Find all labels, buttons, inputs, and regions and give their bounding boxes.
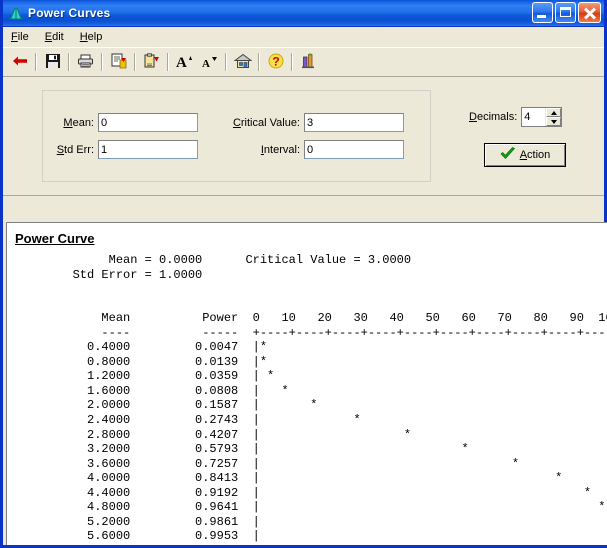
- parameters-panel: Mean: Std Err: Critical Value: Interval:…: [3, 77, 604, 196]
- toolbar-separator: [35, 53, 37, 71]
- help-question-icon: ?: [268, 53, 284, 72]
- power-curve-report: Mean = 0.0000 Critical Value = 3.0000 St…: [72, 253, 607, 545]
- back-arrow-icon: [11, 53, 29, 72]
- decimals-spin-buttons: [545, 108, 562, 126]
- increase-font-icon: A: [176, 53, 194, 72]
- std-err-label: Std Err:: [56, 143, 94, 156]
- toolbar-separator: [258, 53, 260, 71]
- green-check-icon: [500, 146, 516, 164]
- menu-bar: File Edit Help: [3, 27, 604, 47]
- application-window: Power Curves File Edit Help A A ? Mean: …: [0, 0, 607, 548]
- field-mean: Mean:: [51, 113, 198, 132]
- back-button[interactable]: [7, 50, 32, 74]
- statistics-button[interactable]: [296, 50, 321, 74]
- output-heading: Power Curve: [15, 231, 95, 246]
- decrease-font-icon: A: [201, 53, 219, 72]
- decimals-label: Decimals:: [469, 111, 518, 123]
- interval-label: Interval:: [260, 143, 300, 156]
- window-title: Power Curves: [28, 6, 111, 20]
- action-button-label: Action: [519, 149, 551, 161]
- print-button[interactable]: [73, 50, 98, 74]
- statistics-chart-icon: [301, 53, 317, 72]
- decimals-increment-button[interactable]: [546, 108, 562, 117]
- copy-to-document-icon: [110, 53, 127, 72]
- maximize-icon: [560, 7, 571, 17]
- std-err-input[interactable]: [98, 140, 198, 159]
- svg-text:A: A: [202, 58, 210, 69]
- home-icon: [233, 53, 252, 72]
- minimize-icon: [537, 15, 546, 18]
- decimals-stepper[interactable]: 4: [521, 107, 563, 127]
- toolbar: A A ?: [3, 47, 604, 77]
- toolbar-separator: [101, 53, 103, 71]
- title-bar[interactable]: Power Curves: [3, 0, 604, 27]
- paste-clipboard-icon: [143, 52, 160, 72]
- field-std-err: Std Err:: [51, 140, 198, 159]
- action-button[interactable]: Action: [484, 143, 566, 167]
- maximize-button[interactable]: [555, 2, 576, 23]
- menu-file[interactable]: File: [9, 30, 37, 44]
- svg-text:?: ?: [272, 54, 279, 68]
- field-decimals: Decimals: 4: [469, 107, 563, 127]
- menu-help[interactable]: Help: [78, 30, 111, 44]
- mean-input[interactable]: [98, 113, 198, 132]
- close-button[interactable]: [578, 2, 601, 23]
- mean-label: Mean:: [63, 116, 94, 129]
- copy-to-document-button[interactable]: [106, 50, 131, 74]
- chevron-up-icon: [550, 110, 557, 115]
- save-floppy-icon: [45, 53, 61, 72]
- decimals-value[interactable]: 4: [522, 108, 546, 126]
- toolbar-separator: [225, 53, 227, 71]
- toolbar-separator: [134, 53, 136, 71]
- output-pane[interactable]: Power Curve Mean = 0.0000 Critical Value…: [6, 222, 607, 545]
- save-button[interactable]: [40, 50, 65, 74]
- interval-input[interactable]: [304, 140, 404, 159]
- print-icon: [77, 53, 94, 72]
- toolbar-separator: [167, 53, 169, 71]
- field-interval: Interval:: [228, 140, 404, 159]
- window-controls: [532, 2, 601, 23]
- increase-font-button[interactable]: A: [172, 50, 197, 74]
- critical-value-label: Critical Value:: [232, 116, 300, 129]
- help-button[interactable]: ?: [263, 50, 288, 74]
- chevron-down-icon: [550, 119, 557, 124]
- minimize-button[interactable]: [532, 2, 553, 23]
- field-critical-value: Critical Value:: [228, 113, 404, 132]
- window-frame: Power Curves File Edit Help A A ? Mean: …: [0, 0, 607, 548]
- toolbar-separator: [68, 53, 70, 71]
- toolbar-separator: [291, 53, 293, 71]
- critical-value-input[interactable]: [304, 113, 404, 132]
- decimals-decrement-button[interactable]: [546, 117, 562, 126]
- paste-button[interactable]: [139, 50, 164, 74]
- decrease-font-button[interactable]: A: [197, 50, 222, 74]
- svg-text:A: A: [176, 55, 187, 69]
- home-button[interactable]: [230, 50, 255, 74]
- menu-edit[interactable]: Edit: [43, 30, 72, 44]
- parameters-groupbox: [42, 90, 431, 182]
- bell-curve-icon: [8, 5, 24, 21]
